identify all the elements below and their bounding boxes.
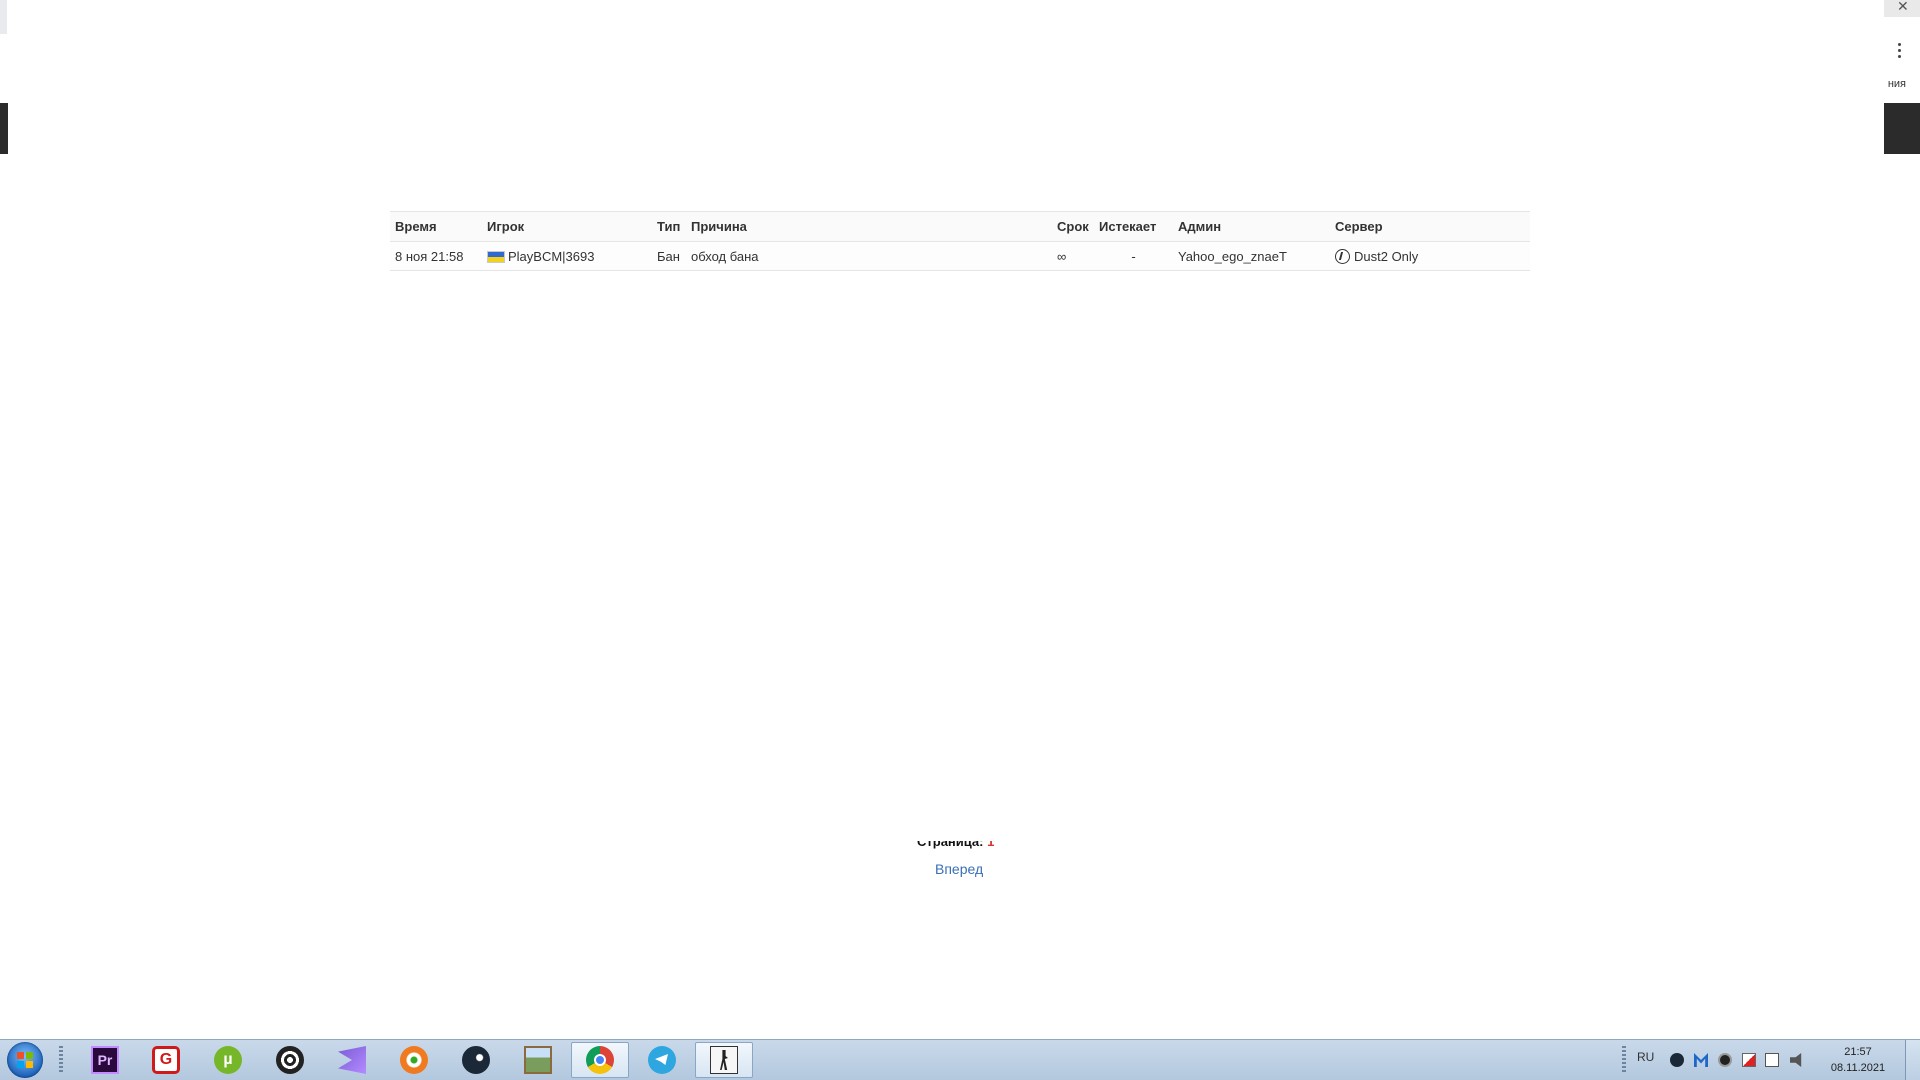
table-row[interactable]: 8 ноя 21:58 PlayBCM|3693 Бан обход бана … — [390, 241, 1530, 271]
taskbar-app-premiere-pro[interactable]: Pr — [76, 1042, 134, 1078]
windows-logo-icon — [7, 1042, 43, 1078]
start-button[interactable] — [3, 1041, 47, 1079]
visual-studio-icon — [338, 1046, 366, 1074]
col-expires[interactable]: Истекает — [1094, 211, 1173, 242]
taskbar-app-telegram[interactable] — [633, 1042, 691, 1078]
player-name[interactable]: PlayBCM|3693 — [508, 249, 594, 264]
cell-time: 8 ноя 21:58 — [390, 241, 482, 271]
kebab-menu-icon[interactable] — [1896, 43, 1902, 61]
taskbar-app-chrome[interactable] — [571, 1042, 629, 1078]
taskbar-app-eye[interactable] — [385, 1042, 443, 1078]
clock-date: 08.11.2021 — [1830, 1062, 1886, 1074]
ukraine-flag-icon — [487, 250, 505, 263]
taskbar-app-steam[interactable] — [447, 1042, 505, 1078]
tray-steam-icon[interactable] — [1670, 1053, 1684, 1067]
ban-table: Время Игрок Тип Причина Срок Истекает Ад… — [390, 211, 1530, 271]
right-close-button[interactable]: ✕ — [1884, 0, 1920, 17]
chrome-icon — [586, 1046, 614, 1074]
eye-app-icon — [400, 1046, 428, 1074]
left-edge-dark-block — [0, 103, 8, 154]
taskbar-app-uplay[interactable] — [261, 1042, 319, 1078]
col-term[interactable]: Срок — [1052, 211, 1094, 242]
tray-volume-icon[interactable] — [1790, 1053, 1802, 1067]
col-admin[interactable]: Админ — [1173, 211, 1330, 242]
taskbar: Pr G µ RU 21:57 08.11.2021 — [0, 1039, 1920, 1080]
server-name: Dust2 Only — [1354, 248, 1419, 264]
cell-type: Бан — [652, 241, 686, 271]
show-desktop-button[interactable] — [1905, 1040, 1920, 1080]
cell-server: Dust2 Only — [1330, 241, 1530, 271]
image-viewer-icon — [524, 1046, 552, 1074]
tray-shield-icon[interactable] — [1718, 1053, 1732, 1067]
pagination-label: Страница: 1 — [917, 841, 1007, 850]
cell-term: ∞ — [1052, 241, 1094, 271]
tray-m-icon[interactable] — [1694, 1053, 1708, 1067]
cell-player[interactable]: PlayBCM|3693 — [482, 241, 652, 271]
clock-time: 21:57 — [1844, 1046, 1872, 1058]
utorrent-icon: µ — [214, 1046, 242, 1074]
cell-reason: обход бана — [686, 241, 1052, 271]
table-header-row: Время Игрок Тип Причина Срок Истекает Ад… — [390, 211, 1530, 242]
right-edge-dark-block — [1884, 103, 1920, 154]
uplay-icon — [276, 1046, 304, 1074]
language-indicator[interactable]: RU — [1637, 1050, 1654, 1064]
taskbar-app-utorrent[interactable]: µ — [199, 1042, 257, 1078]
tray-clock[interactable]: 21:57 08.11.2021 — [1826, 1044, 1890, 1076]
counter-strike-icon — [710, 1046, 738, 1074]
taskbar-app-image-viewer[interactable] — [509, 1042, 567, 1078]
next-page-link[interactable]: Вперед — [935, 861, 983, 877]
col-type[interactable]: Тип — [652, 211, 686, 242]
close-icon: ✕ — [1897, 0, 1909, 14]
tray-network-icon[interactable] — [1765, 1053, 1779, 1067]
tray-grip[interactable] — [1622, 1046, 1626, 1074]
right-partial-text: ния — [1887, 78, 1906, 90]
tray-action-center-icon[interactable] — [1742, 1053, 1756, 1067]
cell-admin: Yahoo_ego_znaeT — [1173, 241, 1330, 271]
cs-server-icon — [1335, 248, 1350, 264]
taskbar-app-visual-studio[interactable] — [323, 1042, 381, 1078]
taskbar-app-counter-strike[interactable] — [695, 1042, 753, 1078]
left-edge-panel — [0, 0, 7, 34]
telegram-icon — [648, 1046, 676, 1074]
col-server[interactable]: Сервер — [1330, 211, 1530, 242]
col-player[interactable]: Игрок — [482, 211, 652, 242]
col-reason[interactable]: Причина — [686, 211, 1052, 242]
steam-icon — [462, 1046, 490, 1074]
cell-expires: - — [1094, 241, 1173, 271]
current-page: 1 — [987, 841, 995, 849]
taskbar-grip[interactable] — [59, 1046, 63, 1074]
premiere-pro-icon: Pr — [91, 1046, 119, 1074]
garena-icon: G — [152, 1046, 180, 1074]
col-time[interactable]: Время — [390, 211, 482, 242]
taskbar-app-garena[interactable]: G — [137, 1042, 195, 1078]
